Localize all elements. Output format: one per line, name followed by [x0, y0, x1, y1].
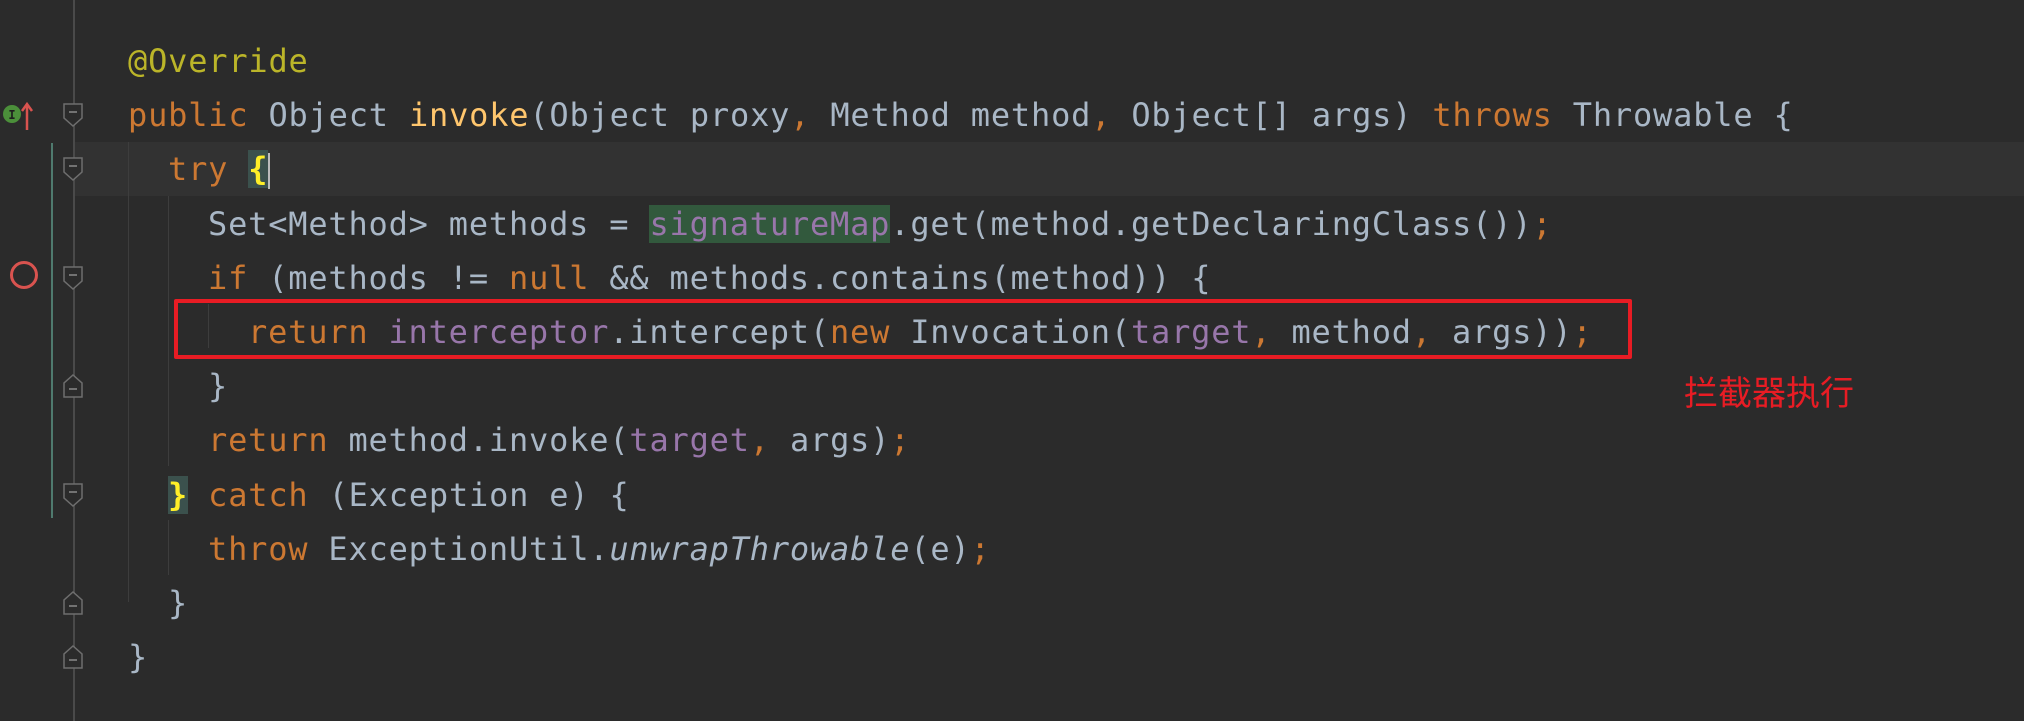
code-token: Throwable { [1572, 96, 1794, 135]
code-line[interactable]: Set<Method> methods = signatureMap.get(m… [208, 197, 1552, 251]
code-token: catch [208, 475, 329, 514]
fold-collapse-icon[interactable] [62, 156, 84, 182]
code-token: } [168, 475, 189, 514]
code-token: invoke [408, 96, 530, 135]
code-line[interactable]: public Object invoke(Object proxy, Metho… [128, 88, 1794, 142]
fold-collapse-icon[interactable] [62, 482, 84, 508]
code-line[interactable]: } [168, 576, 188, 630]
code-token: (Object proxy [529, 96, 791, 135]
fold-end-icon[interactable] [62, 590, 84, 616]
code-token: ; [1532, 204, 1553, 243]
code-token: ExceptionUtil. [328, 529, 610, 568]
code-token: @Override [128, 42, 309, 80]
code-token: ; [890, 421, 911, 460]
indent-guide [168, 520, 169, 575]
indent-guide [168, 196, 169, 466]
code-token: throw [208, 529, 329, 568]
fold-end-icon[interactable] [62, 644, 84, 670]
code-token: Set<Method> methods = [208, 204, 650, 243]
code-token: } [128, 638, 149, 677]
code-token: Object[] args) [1131, 96, 1433, 135]
code-token: } [208, 367, 229, 406]
text-caret [268, 153, 271, 190]
code-line[interactable]: throw ExceptionUtil.unwrapThrowable(e); [208, 522, 991, 576]
code-line[interactable]: if (methods != null && methods.contains(… [208, 251, 1211, 305]
code-token: (Exception e) { [328, 475, 630, 514]
code-token: args) [789, 421, 891, 460]
code-line[interactable]: } [208, 359, 228, 413]
fold-end-icon[interactable] [62, 373, 84, 399]
code-token: null [509, 258, 610, 297]
svg-text:I: I [8, 108, 15, 122]
code-token: Object [268, 96, 409, 135]
fold-collapse-icon[interactable] [62, 102, 84, 128]
code-line[interactable]: try { [168, 142, 271, 196]
current-line-highlight [75, 142, 2024, 196]
indent-guide [128, 142, 129, 602]
annotation-label: 拦截器执行 [1684, 374, 1854, 414]
code-token: if [208, 258, 269, 297]
code-token: ; [970, 529, 991, 568]
code-token: public [128, 96, 269, 135]
code-token: , [790, 96, 831, 135]
code-line[interactable]: } catch (Exception e) { [168, 468, 630, 522]
vcs-change-marker[interactable] [51, 143, 53, 518]
code-token: (e) [910, 529, 971, 568]
code-token: , [749, 421, 790, 460]
code-token: try [168, 150, 249, 189]
code-token: Method method [830, 96, 1092, 135]
implements-method-icon[interactable]: I [2, 100, 38, 140]
code-token: , [1091, 96, 1132, 135]
code-line[interactable]: @Override [128, 34, 309, 88]
code-token: { [248, 150, 269, 189]
breakpoint-icon[interactable] [10, 261, 38, 289]
code-token: unwrapThrowable [609, 529, 911, 568]
highlight-box [174, 299, 1632, 359]
fold-collapse-icon[interactable] [62, 265, 84, 291]
code-token: target [629, 421, 750, 460]
code-token: throws [1432, 96, 1573, 135]
code-token: return [208, 421, 349, 460]
code-line[interactable]: return method.invoke(target, args); [208, 413, 910, 467]
code-token: } [168, 584, 189, 622]
code-token: method.invoke( [348, 421, 630, 460]
code-token: .get(method.getDeclaringClass()) [890, 204, 1533, 243]
code-token: && methods.contains(method)) { [609, 258, 1212, 297]
code-token: (methods != [268, 258, 509, 297]
code-token: signatureMap [649, 204, 891, 243]
code-line[interactable]: } [128, 630, 148, 684]
